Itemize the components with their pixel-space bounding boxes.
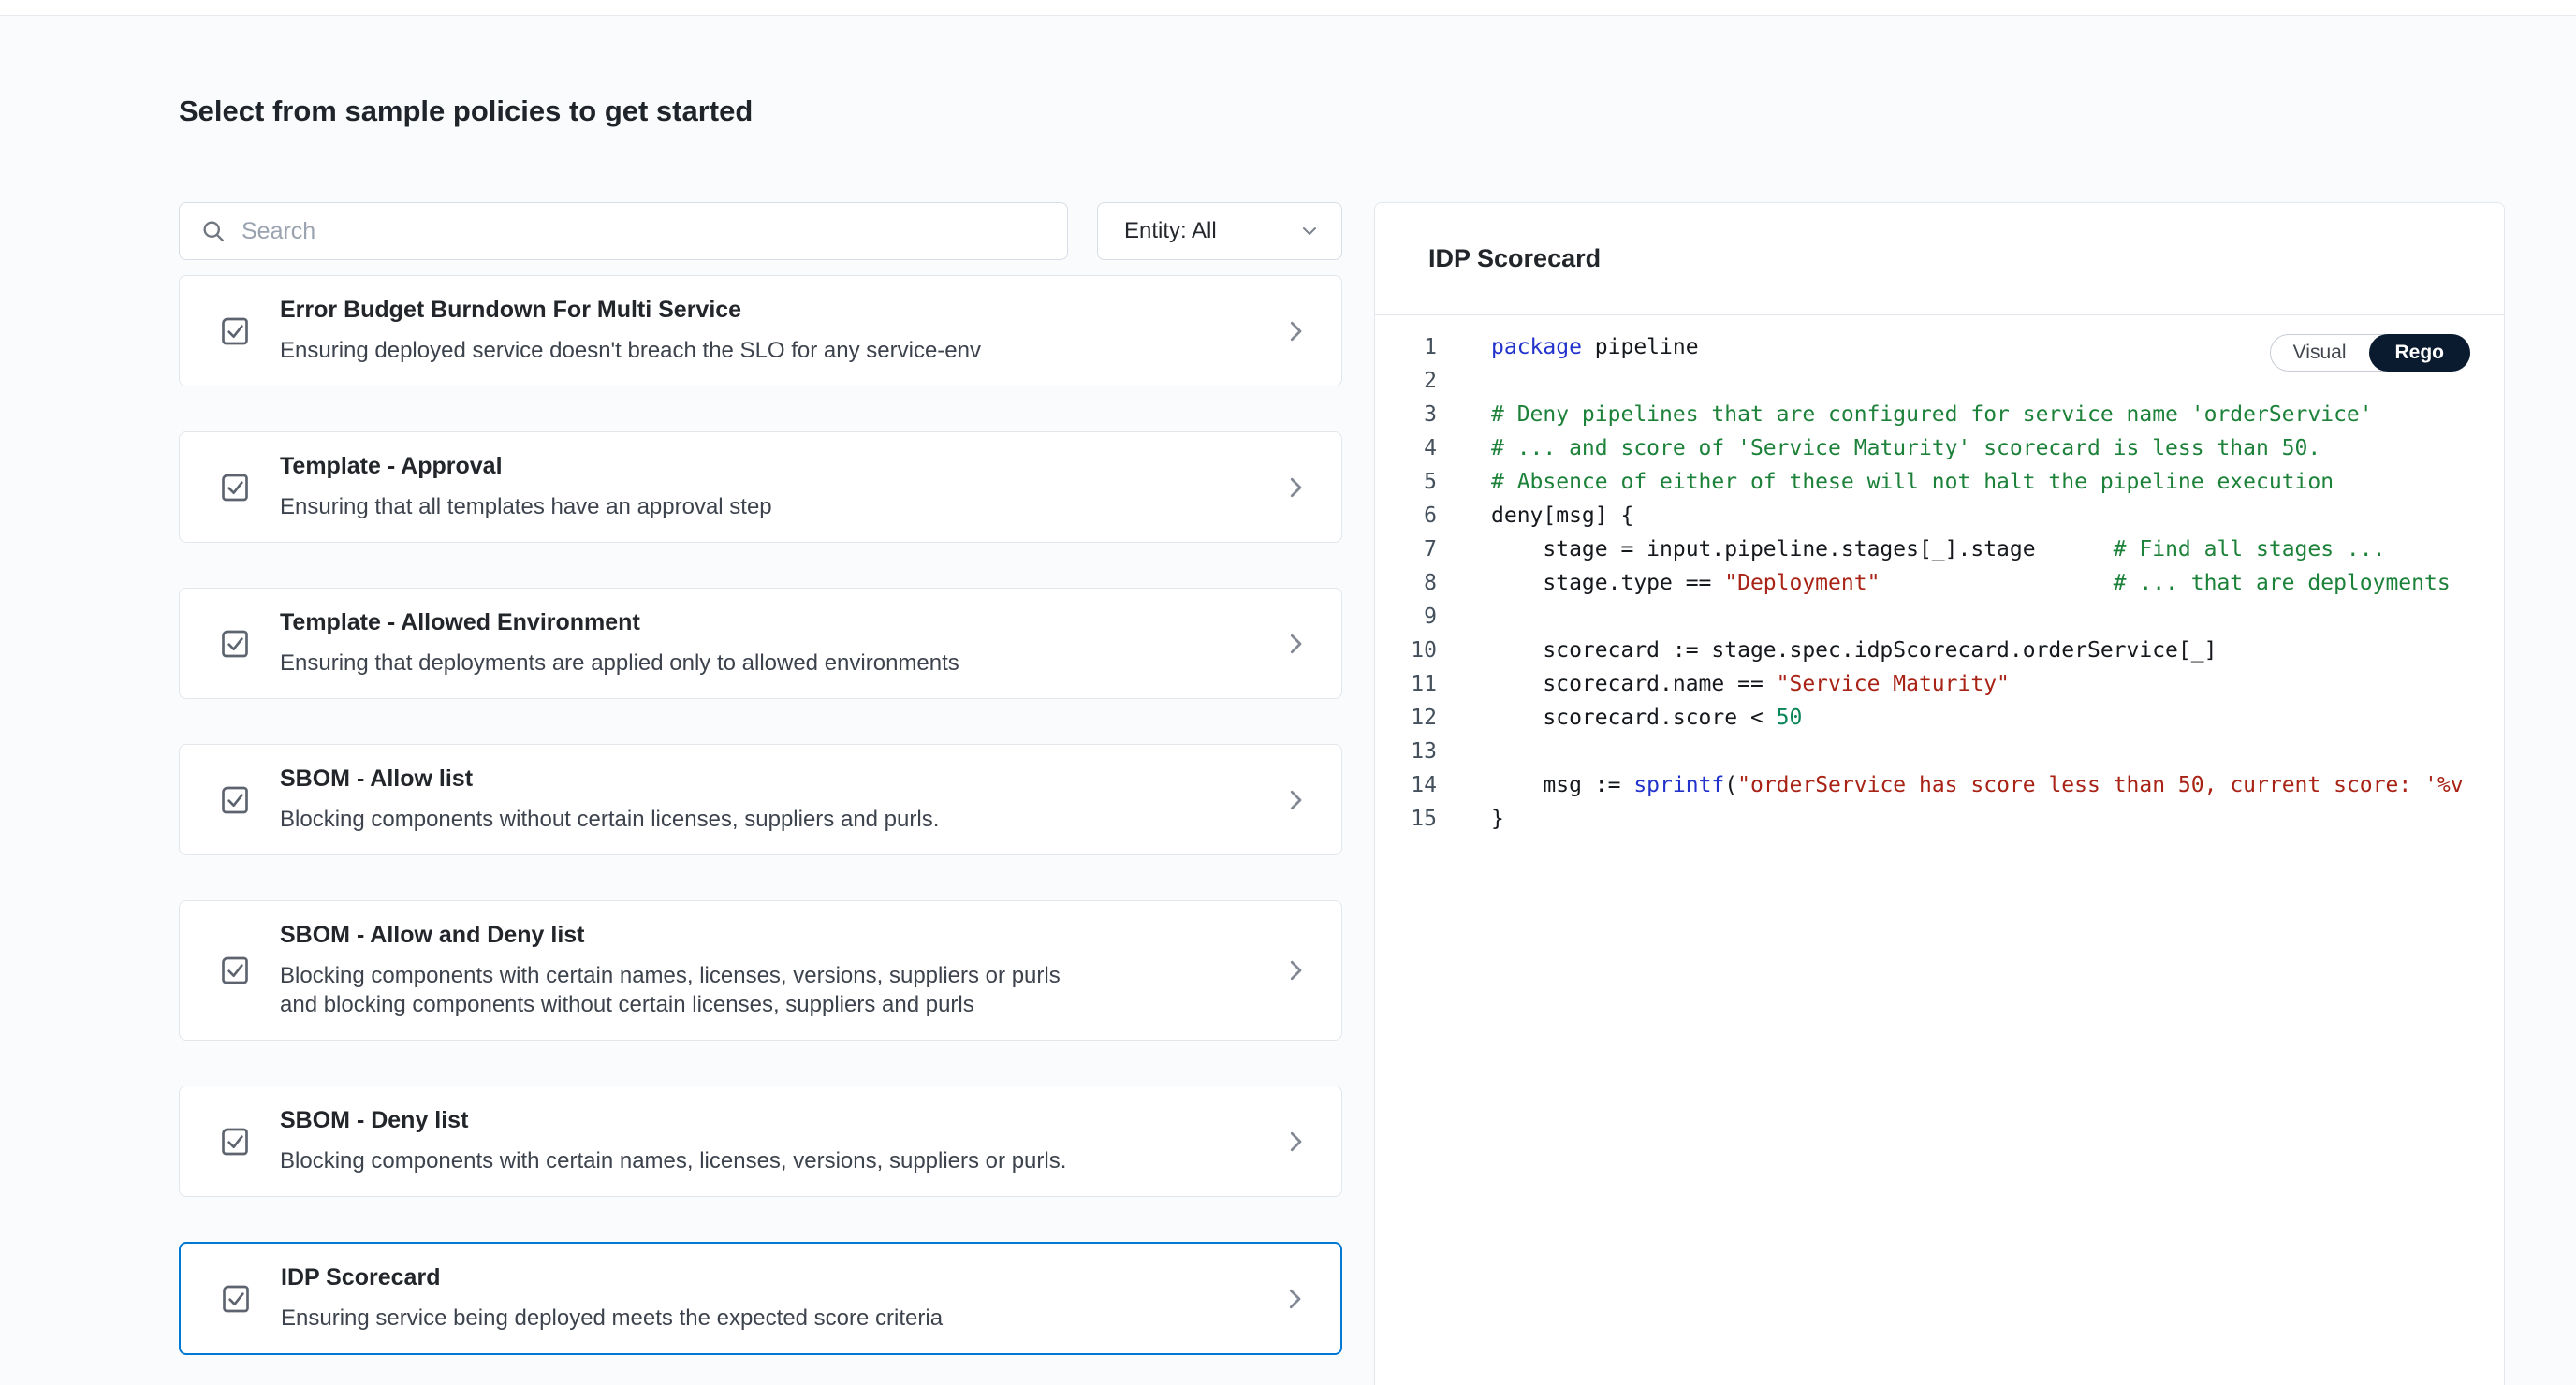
search-input[interactable] [242,218,1046,245]
policy-description: Ensuring that all templates have an appr… [280,492,1076,521]
policy-description: Blocking components with certain names, … [280,961,1076,1019]
line-number: 8 [1375,566,1471,600]
policy-card[interactable]: SBOM - Allow list Blocking components wi… [179,744,1342,855]
line-number: 10 [1375,634,1471,667]
code-line: 4# ... and score of 'Service Maturity' s… [1375,431,2504,465]
code-line: 11 scorecard.name == "Service Maturity" [1375,667,2504,701]
line-number: 11 [1375,667,1471,701]
policy-card[interactable]: Template - Approval Ensuring that all te… [179,431,1342,543]
policy-title: SBOM - Allow and Deny list [280,922,1281,949]
chevron-right-icon [1281,786,1310,814]
top-nav-strip [0,0,2576,16]
policy-title: Template - Allowed Environment [280,609,1281,636]
line-number: 1 [1375,330,1471,364]
policy-check-icon [216,313,254,350]
page-title: Select from sample policies to get start… [179,95,753,128]
code-line: 13 [1375,735,2504,768]
chevron-right-icon [1281,956,1310,984]
code-line: 14 msg := sprintf("orderService has scor… [1375,768,2504,802]
policy-title: Error Budget Burndown For Multi Service [280,297,1281,324]
chevron-right-icon [1281,317,1310,345]
line-number: 7 [1375,532,1471,566]
line-number: 3 [1375,398,1471,431]
chevron-right-icon [1281,630,1310,658]
policy-card-text: SBOM - Deny list Blocking components wit… [280,1107,1281,1175]
preview-title: IDP Scorecard [1428,244,1601,273]
policy-description: Ensuring deployed service doesn't breach… [280,336,1076,365]
policy-library-content: Select from sample policies to get start… [0,16,2576,1385]
policy-card-text: Template - Allowed Environment Ensuring … [280,609,1281,678]
code-line: 7 stage = input.pipeline.stages[_].stage… [1375,532,2504,566]
sample-policies-page: { "header": { "title": "Select from samp… [0,0,2576,1385]
code-line: 15} [1375,802,2504,836]
code-line: 9 [1375,600,2504,634]
code-line: 12 scorecard.score < 50 [1375,701,2504,735]
line-number: 14 [1375,768,1471,802]
policy-card[interactable]: Error Budget Burndown For Multi Service … [179,275,1342,386]
code-line: 5# Absence of either of these will not h… [1375,465,2504,499]
policy-description: Ensuring that deployments are applied on… [280,649,1076,678]
chevron-right-icon [1281,1128,1310,1156]
rego-toggle-button[interactable]: Rego [2369,334,2471,372]
line-number: 15 [1375,802,1471,836]
chevron-right-icon [1281,1285,1309,1313]
policy-title: IDP Scorecard [281,1264,1281,1291]
policy-card[interactable]: SBOM - Deny list Blocking components wit… [179,1086,1342,1197]
policy-description: Blocking components without certain lice… [280,805,1076,834]
policy-check-icon [216,781,254,819]
code-line: 6deny[msg] { [1375,499,2504,532]
policy-check-icon [216,625,254,663]
line-number: 5 [1375,465,1471,499]
policy-preview-panel: IDP Scorecard Visual Rego 1package pipel… [1374,202,2505,1385]
code-line: 10 scorecard := stage.spec.idpScorecard.… [1375,634,2504,667]
policy-card[interactable]: SBOM - Allow and Deny list Blocking comp… [179,900,1342,1041]
policy-check-icon [216,952,254,989]
entity-filter-dropdown[interactable]: Entity: All [1097,202,1342,260]
code-line: 3# Deny pipelines that are configured fo… [1375,398,2504,431]
policy-card-text: SBOM - Allow list Blocking components wi… [280,765,1281,834]
search-box[interactable] [179,202,1068,260]
policy-list: Error Budget Burndown For Multi Service … [179,275,1342,1355]
policy-card-text: IDP Scorecard Ensuring service being dep… [281,1264,1281,1333]
line-number: 9 [1375,600,1471,634]
code-line: 8 stage.type == "Deployment" # ... that … [1375,566,2504,600]
list-controls: Entity: All [179,202,1342,260]
preview-header: IDP Scorecard [1375,203,2504,315]
policy-title: SBOM - Deny list [280,1107,1281,1134]
code-rows: 1package pipeline23# Deny pipelines that… [1375,330,2504,836]
policy-title: SBOM - Allow list [280,765,1281,793]
rego-code-editor[interactable]: 1package pipeline23# Deny pipelines that… [1375,315,2504,836]
policy-check-icon [216,1123,254,1160]
policy-description: Blocking components with certain names, … [280,1146,1076,1175]
entity-filter-label: Entity: All [1124,218,1217,244]
search-icon [200,218,227,244]
line-number: 13 [1375,735,1471,768]
line-number: 4 [1375,431,1471,465]
policy-description: Ensuring service being deployed meets th… [281,1304,1076,1333]
editor-view-toggle: Visual Rego [2270,334,2470,372]
visual-toggle-button[interactable]: Visual [2271,335,2369,371]
policy-title: Template - Approval [280,453,1281,480]
line-number: 12 [1375,701,1471,735]
policy-card[interactable]: Template - Allowed Environment Ensuring … [179,588,1342,699]
policy-card-text: SBOM - Allow and Deny list Blocking comp… [280,922,1281,1019]
policy-card-text: Template - Approval Ensuring that all te… [280,453,1281,521]
chevron-right-icon [1281,474,1310,502]
line-number: 6 [1375,499,1471,532]
line-number: 2 [1375,364,1471,398]
chevron-down-icon [1298,220,1321,242]
policy-check-icon [216,469,254,506]
policy-card[interactable]: IDP Scorecard Ensuring service being dep… [179,1242,1342,1355]
policy-check-icon [217,1280,255,1318]
policy-card-text: Error Budget Burndown For Multi Service … [280,297,1281,365]
